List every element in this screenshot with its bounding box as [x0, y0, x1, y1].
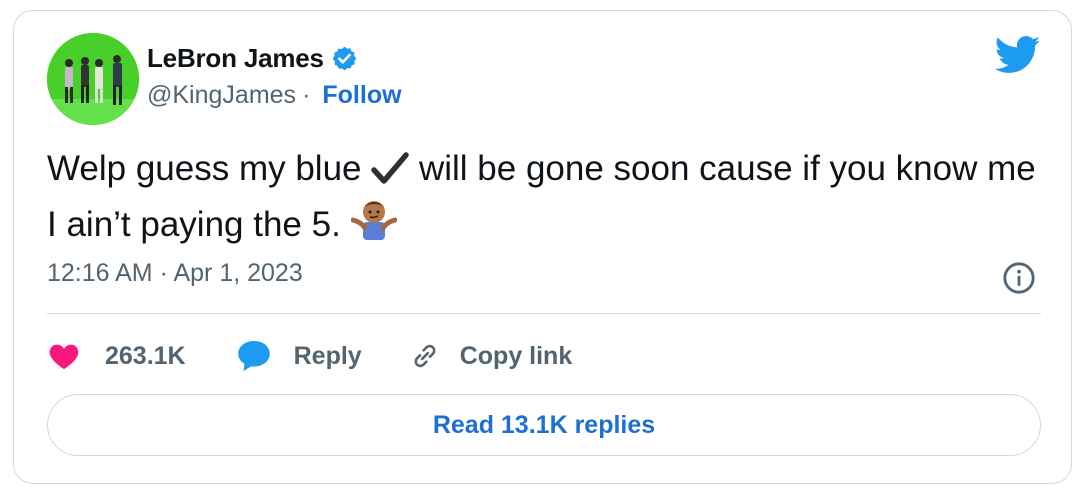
- like-count: 263.1K: [105, 341, 186, 370]
- reply-button[interactable]: Reply: [236, 339, 362, 373]
- action-bar: 263.1K Reply Copy link: [47, 336, 572, 376]
- avatar[interactable]: [47, 33, 139, 125]
- follow-button[interactable]: Follow: [322, 81, 401, 110]
- like-button[interactable]: 263.1K: [47, 339, 186, 373]
- tweet-card[interactable]: LeBron James @KingJames · Follow Welp gu…: [13, 10, 1072, 484]
- tweet-text: Welp guess my blue will be gone soon cau…: [47, 146, 1047, 254]
- separator-dot: ·: [302, 81, 311, 109]
- link-icon: [408, 339, 442, 373]
- read-replies-button[interactable]: Read 13.1K replies: [47, 394, 1041, 456]
- info-icon[interactable]: [1002, 261, 1036, 295]
- copy-link-button[interactable]: Copy link: [408, 339, 573, 373]
- author-handle[interactable]: @KingJames: [147, 81, 296, 110]
- divider: [47, 313, 1041, 314]
- twitter-bird-icon[interactable]: [994, 35, 1041, 75]
- reply-label: Reply: [293, 341, 362, 370]
- heart-icon: [47, 339, 81, 373]
- handle-row: @KingJames · Follow: [147, 81, 402, 110]
- tweet-text-part1: Welp guess my blue: [47, 149, 362, 188]
- copy-link-label: Copy link: [459, 341, 573, 370]
- verified-badge-icon: [331, 45, 358, 72]
- checkmark-icon: [371, 152, 409, 198]
- read-replies-label: Read 13.1K replies: [432, 410, 656, 439]
- speech-bubble-icon: [236, 339, 270, 373]
- author-row: LeBron James: [147, 41, 358, 75]
- shrug-emoji-icon: [350, 198, 398, 254]
- author-name[interactable]: LeBron James: [147, 43, 324, 74]
- tweet-timestamp[interactable]: 12:16 AM · Apr 1, 2023: [47, 259, 303, 288]
